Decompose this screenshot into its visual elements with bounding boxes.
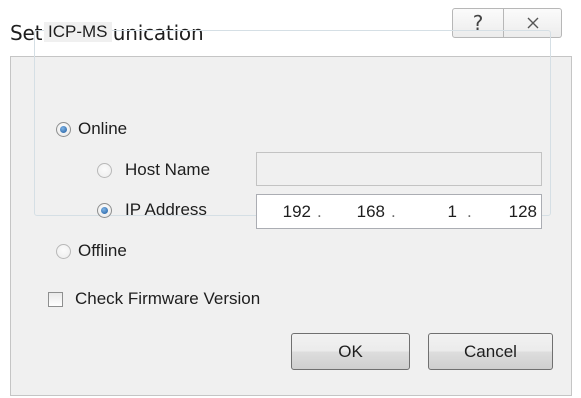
offline-label[interactable]: Offline	[78, 241, 127, 261]
ip-separator: .	[317, 202, 322, 221]
online-label[interactable]: Online	[78, 119, 127, 139]
host-name-label[interactable]: Host Name	[125, 160, 210, 180]
check-firmware-label[interactable]: Check Firmware Version	[75, 289, 260, 309]
set-communication-dialog: Set Communication ? ICP-MS Online Host N…	[0, 0, 581, 398]
radio-selected-dot	[60, 126, 67, 133]
offline-radio[interactable]	[56, 244, 71, 259]
icp-ms-group-label: ICP-MS	[44, 22, 112, 42]
ip-octet-3[interactable]: 1	[427, 202, 457, 222]
radio-selected-dot	[101, 207, 108, 214]
host-name-radio[interactable]	[97, 163, 112, 178]
ok-button[interactable]: OK	[291, 333, 410, 370]
ip-octet-1[interactable]: 192	[271, 202, 311, 222]
check-firmware-checkbox[interactable]	[48, 292, 63, 307]
ip-octet-4[interactable]: 128	[497, 202, 537, 222]
ip-address-radio[interactable]	[97, 203, 112, 218]
cancel-button[interactable]: Cancel	[428, 333, 553, 370]
ip-address-field[interactable]: 192 . 168 . 1 . 128	[256, 194, 542, 229]
host-name-field[interactable]	[256, 152, 542, 186]
ok-button-label: OK	[338, 341, 363, 361]
ip-octet-2[interactable]: 168	[349, 202, 385, 222]
online-radio[interactable]	[56, 122, 71, 137]
ip-separator: .	[467, 202, 472, 221]
cancel-button-label: Cancel	[464, 341, 517, 361]
ip-separator: .	[391, 202, 396, 221]
close-x-icon	[527, 17, 538, 29]
ip-address-label[interactable]: IP Address	[125, 200, 207, 220]
